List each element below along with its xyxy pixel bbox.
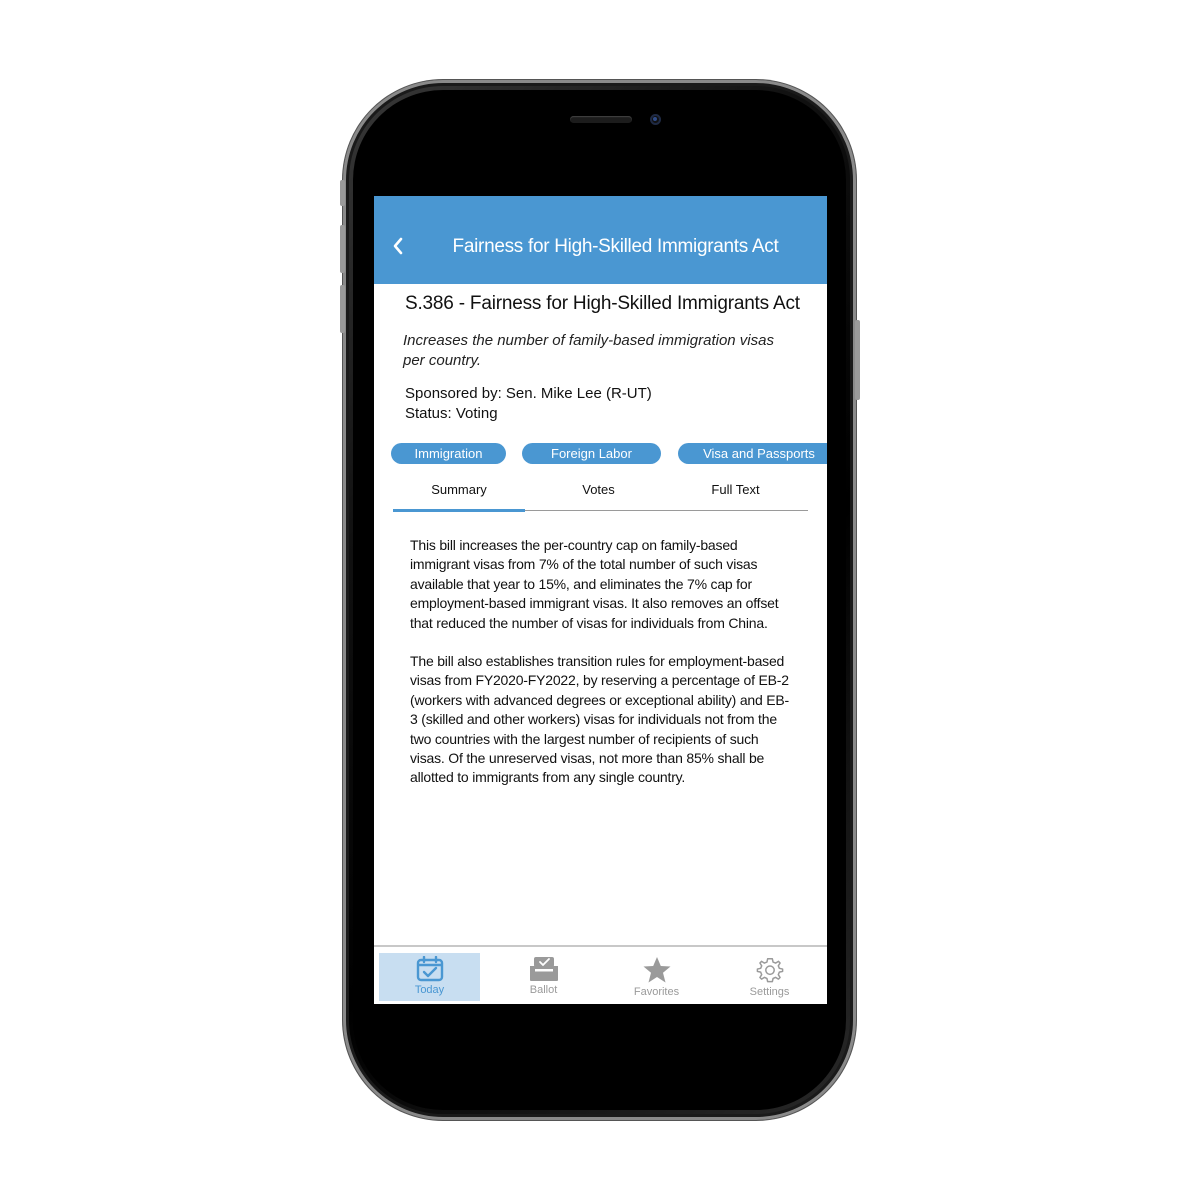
tabbar-item-ballot[interactable]: Ballot: [493, 953, 594, 1001]
bill-meta: Sponsored by: Sen. Mike Lee (R-UT) Statu…: [405, 384, 652, 424]
tabbar-item-today[interactable]: Today: [379, 953, 480, 1001]
ballot-box-icon: [529, 957, 558, 981]
summary-text: This bill increases the per-country cap …: [410, 536, 794, 807]
gear-icon: [756, 958, 783, 983]
bill-description: Increases the number of family-based imm…: [403, 332, 774, 369]
calendar-check-icon: [416, 956, 443, 982]
selected-tab-indicator: [393, 509, 525, 512]
segment-tabs: Summary Votes Full Text: [393, 482, 808, 512]
star-icon: [643, 957, 670, 983]
tabbar-label-favorites: Favorites: [633, 986, 680, 998]
app-screen: Fairness for High-Skilled Immigrants Act…: [374, 196, 827, 1004]
bottom-tab-bar: Today Ballot Favorites Settings: [374, 945, 827, 1004]
front-camera: [650, 114, 661, 125]
summary-paragraph: This bill increases the per-country cap …: [410, 537, 779, 631]
tag-foreign-labor[interactable]: Foreign Labor: [522, 443, 661, 464]
navigation-bar: Fairness for High-Skilled Immigrants Act: [374, 196, 827, 284]
tabbar-item-settings[interactable]: Settings: [719, 953, 820, 1001]
sponsor-text: Sponsored by: Sen. Mike Lee (R-UT): [405, 385, 652, 402]
chevron-left-icon: [393, 237, 403, 255]
tag-immigration[interactable]: Immigration: [391, 443, 506, 464]
tab-full-text[interactable]: Full Text: [669, 482, 802, 497]
tabbar-label-today: Today: [414, 984, 445, 996]
bill-title: S.386 - Fairness for High-Skilled Immigr…: [405, 293, 800, 314]
tag-visa-and-passports[interactable]: Visa and Passports: [678, 443, 827, 464]
tab-votes[interactable]: Votes: [531, 482, 666, 497]
tabbar-label-settings: Settings: [749, 986, 790, 998]
silent-switch: [340, 180, 345, 206]
tabbar-item-favorites[interactable]: Favorites: [606, 953, 707, 1001]
nav-title: Fairness for High-Skilled Immigrants Act: [452, 236, 779, 257]
back-button[interactable]: [388, 234, 408, 258]
tabbar-label-ballot: Ballot: [529, 984, 558, 996]
volume-down-button: [340, 285, 345, 333]
earpiece-speaker: [570, 116, 632, 123]
status-text: Status: Voting: [405, 405, 498, 422]
summary-paragraph: The bill also establishes transition rul…: [410, 653, 790, 786]
tab-summary[interactable]: Summary: [393, 482, 525, 497]
volume-up-button: [340, 225, 345, 273]
power-button: [855, 320, 860, 400]
